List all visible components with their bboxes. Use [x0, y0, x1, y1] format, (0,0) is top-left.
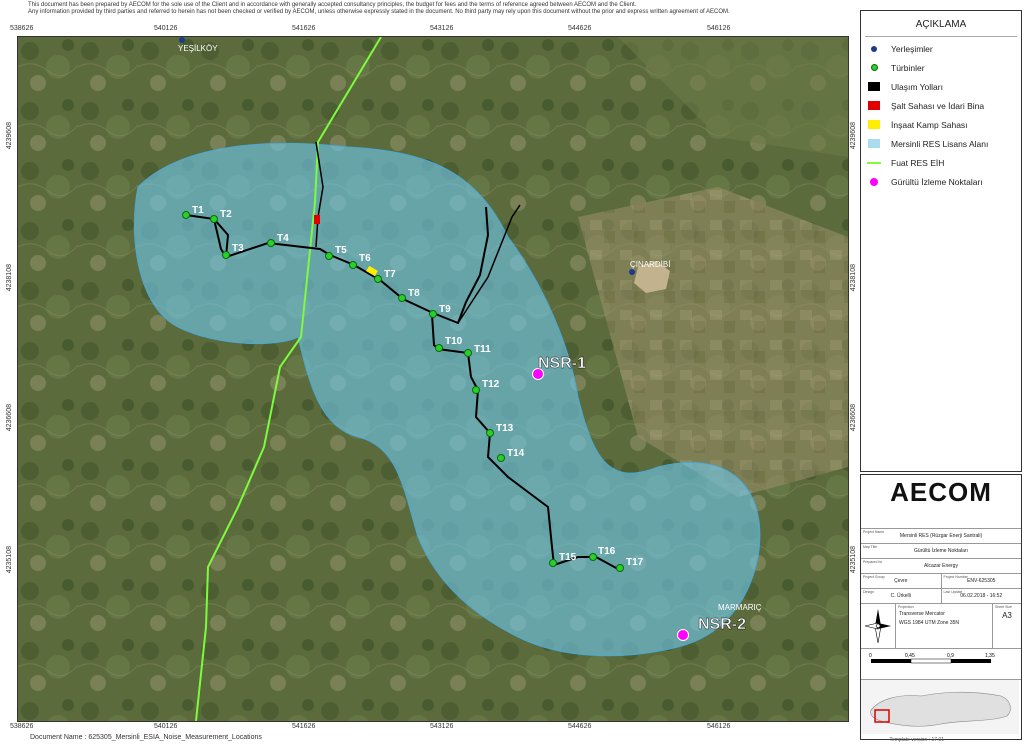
settlement-label: YEŞİLKÖY — [178, 44, 218, 53]
grid-x-label-top: 540126 — [154, 25, 178, 32]
datum: WGS 1984 UTM Zone 35N — [899, 620, 960, 626]
grid-y-label-left: 4236608 — [6, 404, 13, 432]
legend-item-noise-points: Gürültü İzleme Noktaları — [861, 172, 1021, 191]
grid-y-label-right: 4238108 — [850, 264, 857, 292]
turbine-label: T5 — [335, 245, 347, 256]
aecom-logo: AECOM — [890, 477, 992, 507]
grid-x-label-bottom: 543126 — [430, 723, 454, 730]
north-arrow-icon — [861, 604, 896, 648]
prepared-for-row: Prepared for Alcazar Energy — [861, 558, 1021, 573]
settlement-label: MARMARIÇ — [718, 603, 762, 612]
legend-item-turbines: Türbinler — [861, 58, 1021, 77]
legend-label: İnşaat Kamp Sahası — [891, 119, 968, 130]
legend-label: Gürültü İzleme Noktaları — [891, 176, 983, 187]
template-version: Template version : 17.01 — [889, 737, 944, 743]
map-view[interactable]: YEŞİLKÖY ÇINARDİBİ MARMARIÇ T1 T2 T3 T4 … — [17, 36, 849, 722]
turbine-label: T2 — [220, 209, 232, 220]
grid-x-label-bottom: 546126 — [707, 723, 731, 730]
legend-panel: AÇIKLAMA Yerleşimler Türbinler Ulaşım Yo… — [860, 10, 1022, 472]
road-symbol — [867, 82, 881, 92]
scale-bar-row: 0 0,45 0,9 1,35 — [861, 648, 1021, 679]
fuat-res-line-symbol — [867, 158, 881, 168]
turbine-label: T10 — [445, 336, 463, 347]
projection-row: Projection Transverse Mercator WGS 1984 … — [861, 603, 1021, 648]
license-area-symbol — [867, 139, 881, 149]
grid-x-label-top: 544626 — [568, 25, 592, 32]
turbine-label: T12 — [482, 379, 500, 390]
settlement-marker — [629, 269, 635, 275]
grid-y-label-right: 4235108 — [850, 546, 857, 574]
grid-x-label-bottom: 541626 — [292, 723, 316, 730]
settlement-marker — [179, 37, 185, 43]
grid-x-label-bottom: 538626 — [10, 723, 34, 730]
grid-y-label-left: 4238108 — [6, 264, 13, 292]
map-svg: YEŞİLKÖY ÇINARDİBİ MARMARIÇ T1 T2 T3 T4 … — [18, 37, 848, 721]
turbine-label: T7 — [384, 269, 396, 280]
prepared-for: Alcazar Energy — [924, 563, 958, 569]
turbine-label: T8 — [408, 288, 420, 299]
grid-x-label-top: 543126 — [430, 25, 454, 32]
grid-x-label-top: 541626 — [292, 25, 316, 32]
switchyard-symbol — [867, 101, 881, 111]
turbine-label: T11 — [474, 344, 491, 355]
turbine-label: T13 — [496, 423, 514, 434]
location-map — [861, 679, 1021, 736]
legend-item-camp: İnşaat Kamp Sahası — [861, 115, 1021, 134]
turbine-label: T17 — [626, 557, 644, 568]
project-group-row: Project Group Çevre Project Number ENV-6… — [861, 573, 1021, 588]
grid-x-label-top: 538626 — [10, 25, 34, 32]
legend-title: AÇIKLAMA — [865, 11, 1017, 37]
project-name: Mersinli RES (Rüzgar Enerji Santrali) — [899, 533, 983, 539]
disclaimer: This document has been prepared by AECOM… — [28, 2, 828, 16]
grid-y-label-left: 4235108 — [6, 546, 13, 574]
project-name-row: Project Name Mersinli RES (Rüzgar Enerji… — [861, 528, 1021, 543]
design-row: Design C. Ürkelli Last Update 06.02.2018… — [861, 588, 1021, 603]
turbine-label: T9 — [439, 304, 451, 315]
grid-x-label-bottom: 540126 — [154, 723, 178, 730]
grid-y-label-right: 4236608 — [850, 404, 857, 432]
legend-label: Yerleşimler — [891, 43, 933, 54]
legend-label: Şalt Sahası ve İdari Bina — [891, 100, 985, 111]
camp-symbol — [867, 120, 881, 130]
turbine-label: T4 — [277, 233, 289, 244]
legend-label: Ulaşım Yolları — [891, 81, 943, 92]
switchyard-building — [314, 215, 320, 224]
grid-y-label-left: 4239608 — [6, 122, 13, 150]
settlement-symbol — [867, 44, 881, 54]
turbine-label: T1 — [192, 205, 204, 216]
legend-label: Türbinler — [891, 62, 925, 73]
disclaimer-line-2: Any information provided by third partie… — [28, 9, 730, 15]
scale-label: 0,45 — [905, 653, 915, 659]
map-title-row: Map Title Gürültü İzleme Noktaları — [861, 543, 1021, 558]
noise-point-symbol — [867, 177, 881, 187]
turbine-symbol — [867, 63, 881, 73]
legend-item-settlements: Yerleşimler — [861, 39, 1021, 58]
legend-item-fuat-res: Fuat RES EİH — [861, 153, 1021, 172]
grid-x-label-bottom: 544626 — [568, 723, 592, 730]
legend-label: Mersinli RES Lisans Alanı — [891, 138, 989, 149]
noise-point-label: NSR-2 — [698, 616, 746, 633]
settlement-label: ÇINARDİBİ — [630, 260, 670, 269]
legend-item-switchyard: Şalt Sahası ve İdari Bina — [861, 96, 1021, 115]
turbine-label: T16 — [598, 546, 616, 557]
turbine-label: T14 — [507, 448, 525, 459]
legend-item-roads: Ulaşım Yolları — [861, 77, 1021, 96]
map-title: Gürültü İzleme Noktaları — [914, 548, 968, 554]
document-name: Document Name : 625305_Mersinli_ESIA_Noi… — [30, 734, 262, 741]
scale-label: 1,35 — [985, 653, 995, 659]
grid-x-label-top: 546126 — [707, 25, 731, 32]
legend-item-license-area: Mersinli RES Lisans Alanı — [861, 134, 1021, 153]
turbine-label: T6 — [359, 253, 371, 264]
noise-point-label: NSR-1 — [538, 355, 586, 372]
grid-y-label-right: 4239608 — [850, 122, 857, 150]
legend-label: Fuat RES EİH — [891, 157, 945, 168]
turkey-locator-map — [861, 680, 1019, 734]
turbine-label: T3 — [232, 243, 244, 254]
scale-label: 0,9 — [947, 653, 954, 659]
turbine-label: T15 — [559, 552, 577, 563]
scale-label: 0 — [869, 653, 872, 659]
disclaimer-line-1: This document has been prepared by AECOM… — [28, 2, 637, 8]
scale-bar: 0 0,45 0,9 1,35 — [869, 653, 995, 664]
title-block: AECOM Project Name Mersinli RES (Rüzgar … — [860, 474, 1022, 740]
